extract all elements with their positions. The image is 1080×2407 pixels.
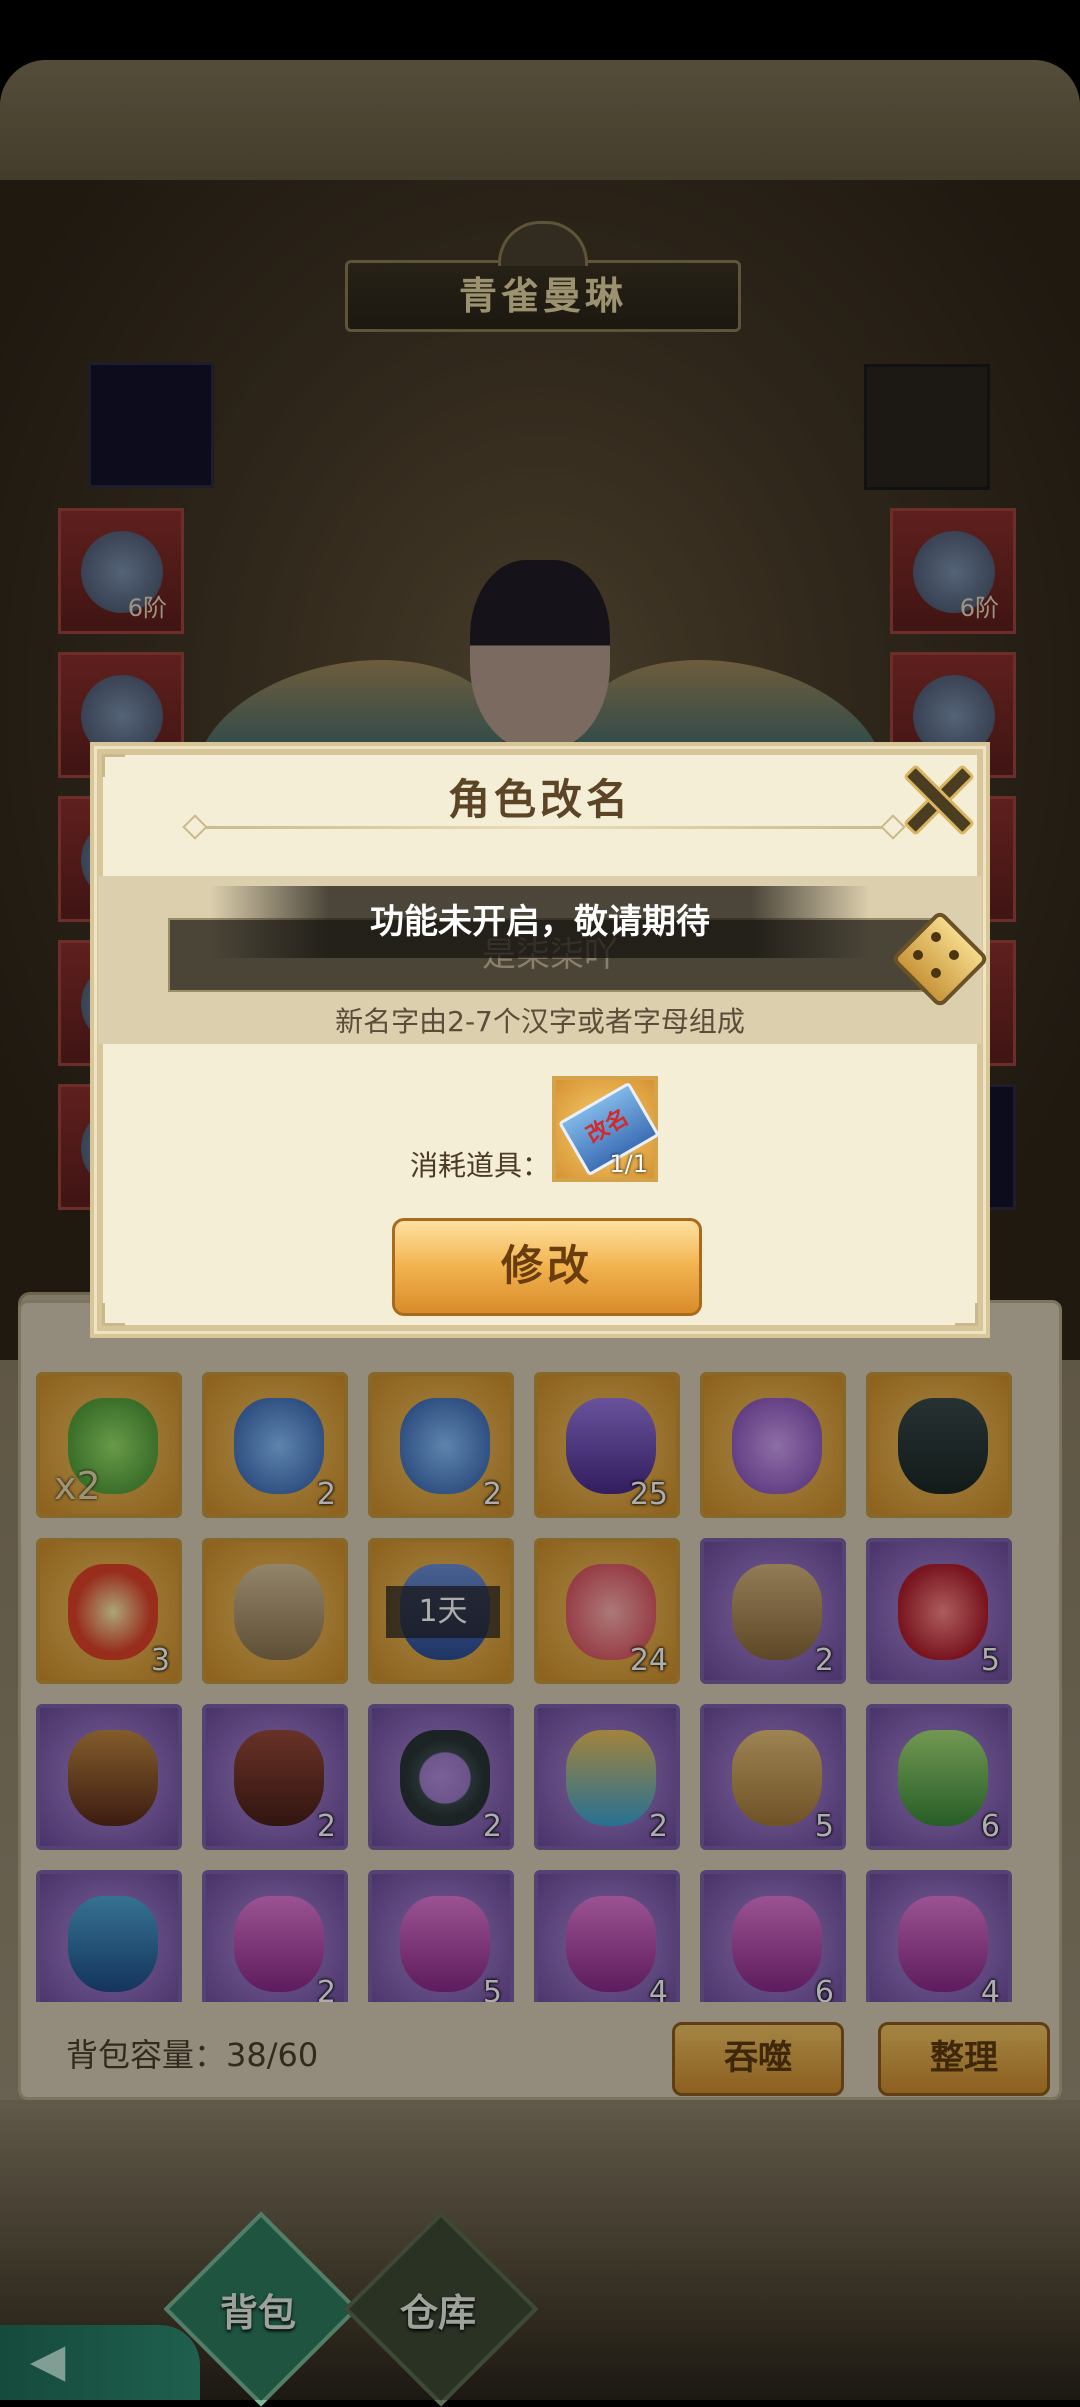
- title-divider: [194, 826, 894, 829]
- dice-pip: [931, 968, 941, 978]
- toast-message: 功能未开启，敬请期待: [210, 886, 870, 958]
- random-name-dice-icon[interactable]: [887, 906, 990, 1009]
- dialog-title: 角色改名: [447, 775, 632, 824]
- rename-ticket-item[interactable]: 改名 1/1: [552, 1076, 661, 1182]
- close-icon[interactable]: [902, 764, 968, 830]
- rename-dialog: 角色改名 是柒柒吖 新名字由2-7个汉字或者字母组成 消耗道具： 改名 1/1 …: [90, 742, 990, 1338]
- cost-label: 消耗道具：: [410, 1149, 551, 1182]
- corner-ornament: [102, 1303, 125, 1326]
- name-rule-hint: 新名字由2-7个汉字或者字母组成: [335, 1005, 745, 1038]
- dice-pip: [913, 950, 923, 960]
- item-quantity: 1/1: [609, 1150, 648, 1178]
- dice-pip: [949, 950, 959, 960]
- dice-pip: [931, 932, 941, 942]
- dice-body: [890, 909, 990, 1009]
- corner-ornament: [955, 1303, 978, 1326]
- modify-button[interactable]: 修改: [392, 1218, 702, 1316]
